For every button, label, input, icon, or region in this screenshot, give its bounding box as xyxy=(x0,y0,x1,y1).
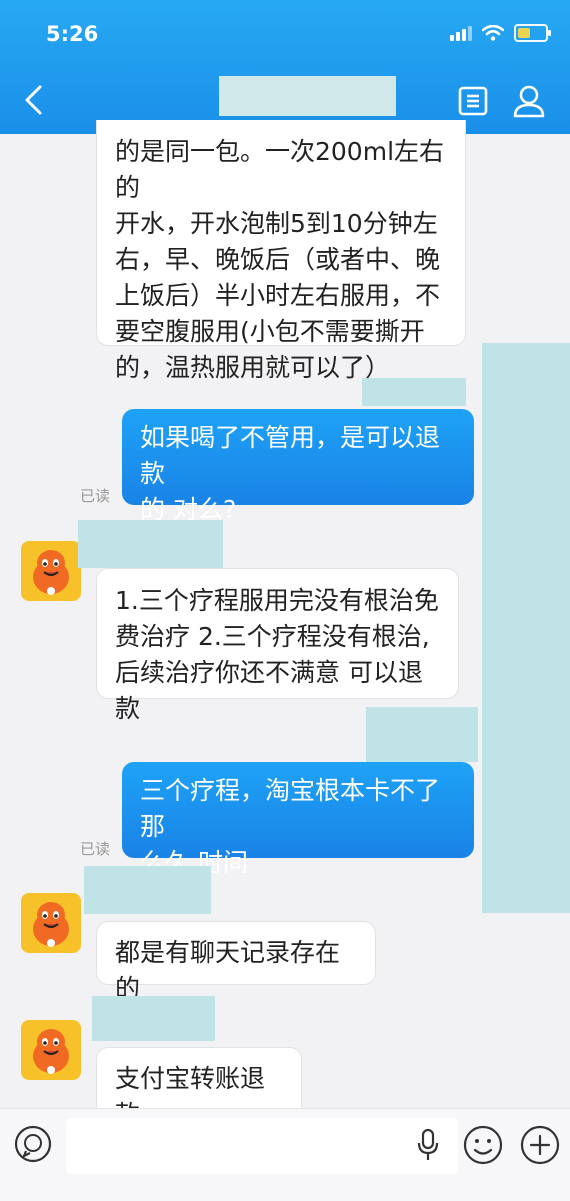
battery-icon xyxy=(514,24,551,42)
sender-name-redacted xyxy=(78,520,223,568)
chat-bubble-icon[interactable] xyxy=(13,1124,53,1164)
message-bubble-incoming[interactable]: 支付宝转账退款 xyxy=(96,1047,302,1129)
signal-icon xyxy=(450,25,472,41)
sender-name-redacted xyxy=(362,378,466,406)
message-bubble-incoming[interactable]: 1.三个疗程服用完没有根治免 费治疗 2.三个疗程没有根治, 后续治疗你还不满意… xyxy=(96,568,459,723)
chat-title-redacted xyxy=(219,76,396,116)
message-line: 右，早、晚饭后（或者中、晚 xyxy=(115,245,441,274)
message-bubble-incoming[interactable]: 的是同一包。一次200ml左右的 开水，开水泡制5到10分钟左 右，早、晚饭后（… xyxy=(96,120,466,382)
status-icons xyxy=(450,24,551,42)
avatar[interactable] xyxy=(21,893,81,953)
message-line: 费治疗 2.三个疗程没有根治, xyxy=(115,622,430,651)
message-line: 如果喝了不管用，是可以退款 xyxy=(140,423,441,488)
plus-icon[interactable] xyxy=(519,1124,561,1166)
mascot-icon xyxy=(33,550,69,595)
message-line: 要空腹服用(小包不需要撕开 xyxy=(115,317,425,346)
message-bubble-outgoing[interactable]: 如果喝了不管用，是可以退款 的 对么? xyxy=(122,409,474,524)
sender-name-redacted xyxy=(366,707,478,762)
message-input[interactable] xyxy=(66,1118,458,1174)
mascot-icon xyxy=(33,1029,69,1074)
emoji-icon[interactable] xyxy=(462,1124,504,1166)
message-line: 三个疗程，淘宝根本卡不了那 xyxy=(140,776,441,841)
message-line: 的是同一包。一次200ml左右的 xyxy=(115,137,445,202)
wifi-icon xyxy=(482,25,504,41)
sender-name-redacted xyxy=(84,866,211,914)
sender-name-redacted xyxy=(92,996,215,1041)
user-icon[interactable] xyxy=(512,84,546,118)
back-button[interactable] xyxy=(20,84,48,116)
read-receipt: 已读 xyxy=(80,487,111,505)
message-line: 上饭后）半小时左右服用，不 xyxy=(115,281,441,310)
avatar[interactable] xyxy=(21,1020,81,1080)
nav-header: 5:26 xyxy=(0,0,570,134)
document-icon[interactable] xyxy=(458,86,488,116)
read-receipt: 已读 xyxy=(80,840,111,858)
message-bubble-incoming[interactable]: 都是有聊天记录存在的 xyxy=(96,921,376,1003)
message-line: 1.三个疗程服用完没有根治免 xyxy=(115,586,439,615)
message-line: 开水，开水泡制5到10分钟左 xyxy=(115,209,438,238)
redaction-block xyxy=(482,343,570,913)
microphone-icon[interactable] xyxy=(416,1128,440,1162)
message-bubble-outgoing[interactable]: 三个疗程，淘宝根本卡不了那 么久 时间 xyxy=(122,762,474,877)
mascot-icon xyxy=(33,902,69,947)
status-time: 5:26 xyxy=(46,22,99,46)
avatar[interactable] xyxy=(21,541,81,601)
